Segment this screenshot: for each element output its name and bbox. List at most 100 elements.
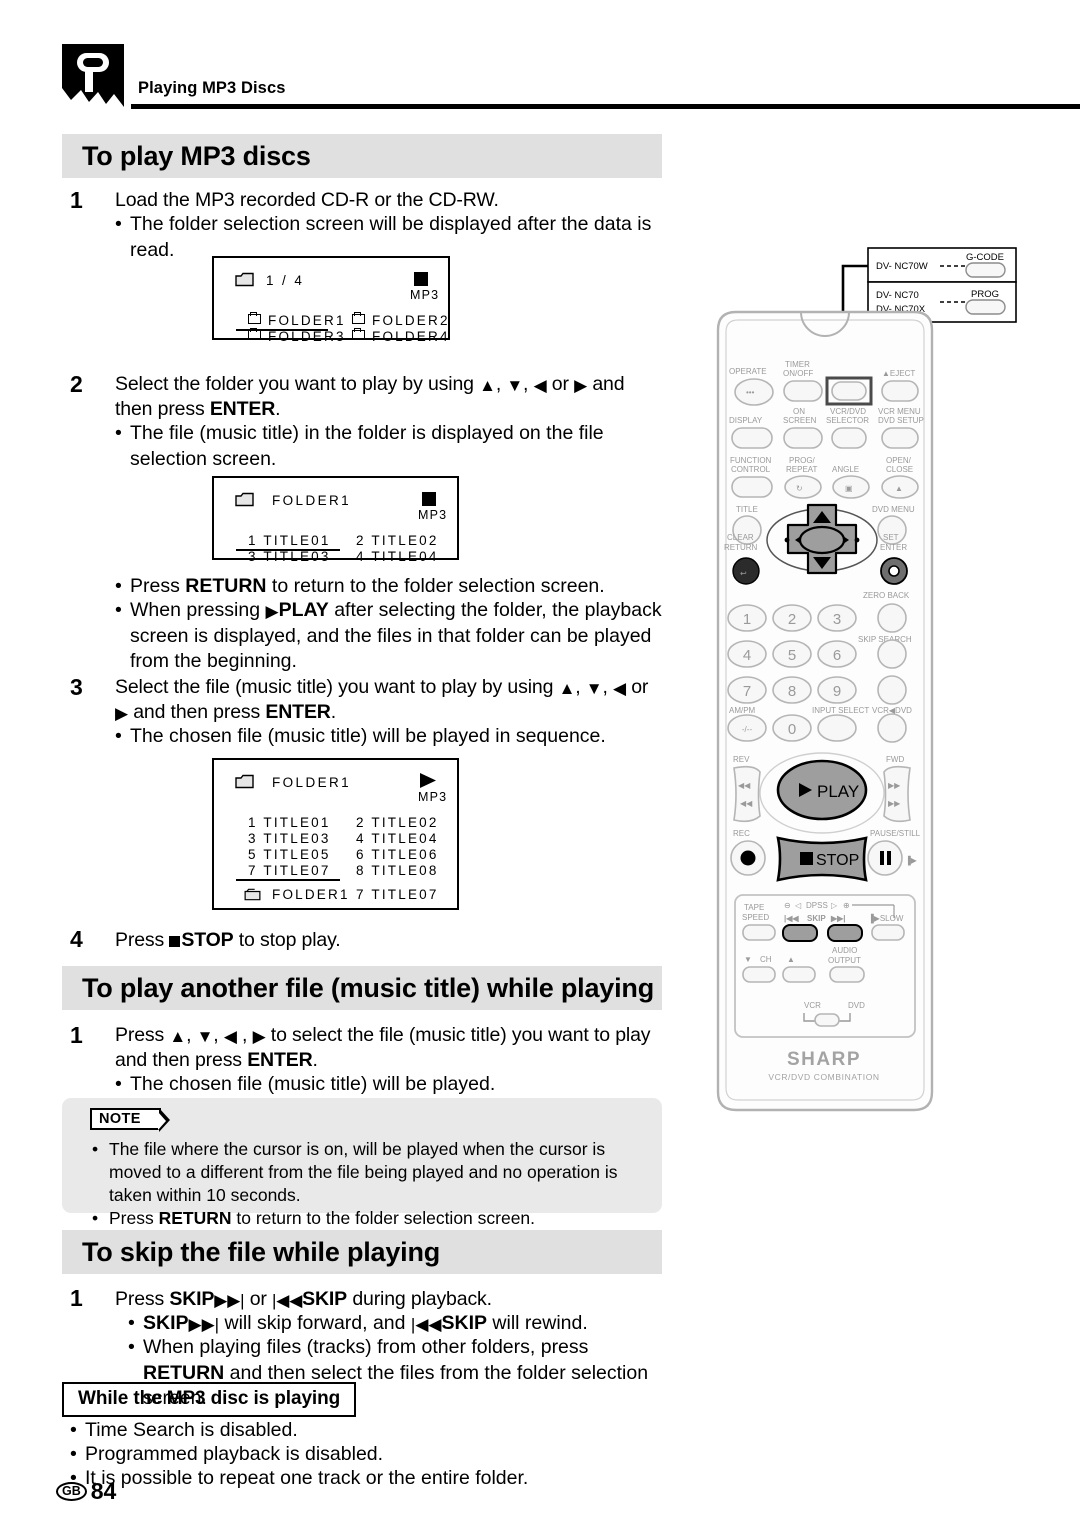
dpss-label: DPSS <box>806 901 828 910</box>
set-label: SET <box>883 533 899 542</box>
key-6-label: 6 <box>833 647 841 664</box>
while-playing-item-1-text: Time Search is disabled. <box>85 1419 298 1441</box>
skip-key-label: SKIP <box>143 1312 189 1334</box>
return-key-label: RETURN <box>185 575 267 597</box>
on-screen-label-1: ON <box>793 407 805 416</box>
stop-key-label: STOP <box>181 929 234 951</box>
rev-label: REV <box>733 755 750 764</box>
part2-line2-a: and then press <box>115 1049 248 1071</box>
step-4-c: to stop play. <box>233 929 341 951</box>
osd3-row-1-col-1: 4 TITLE04 <box>356 831 439 846</box>
dpss-left-icon: ◁ <box>795 901 802 910</box>
folder-icon <box>244 888 261 901</box>
repeat-icon: ↻ <box>796 484 803 493</box>
part2-bullet-1-text: The chosen file (music title) will be pl… <box>130 1073 496 1095</box>
bullet-dot-icon: • <box>115 725 122 747</box>
blank-button-1 <box>877 675 907 705</box>
step-3-text: Select the file (music title) you want t… <box>115 675 680 701</box>
bullet-dot-icon: • <box>128 1312 135 1334</box>
part2-step-number-1: 1 <box>70 1022 83 1048</box>
angle-label: ANGLE <box>832 465 859 474</box>
note-item-1-text: The file where the cursor is on, will be… <box>109 1139 618 1205</box>
return-arrow-icon: ↩ <box>740 569 747 578</box>
display-button <box>731 427 773 449</box>
manual-page: Playing MP3 Discs To play MP3 discs 1 Lo… <box>0 0 1080 1526</box>
brand-label: SHARP <box>787 1049 861 1070</box>
bullet-dot-icon: • <box>92 1139 99 1159</box>
folder-item-icon <box>352 311 365 324</box>
part3-a: Press <box>115 1288 170 1310</box>
remote-transport-cluster: REV FWD ◀◀ ◀◀ ▶▶ ▶▶ PLAY REC PAUSE/STILL… <box>730 752 921 882</box>
operate-label: OPERATE <box>729 367 767 376</box>
skip-back-icon: |◀◀ <box>272 1291 303 1310</box>
step-2-bullet-1-text: The file (music title) in the folder is … <box>130 422 604 470</box>
osd3-row-1-col-0: 3 TITLE03 <box>248 831 331 846</box>
osd2-row-1-col-0: 3 TITLE03 <box>248 549 331 564</box>
return-label: RETURN <box>724 543 758 552</box>
prog-repeat-label-2: REPEAT <box>786 465 818 474</box>
vcr-dvd-label-2: SELECTOR <box>826 416 869 425</box>
left-triangle-icon: ◀ <box>223 1027 237 1046</box>
osd3-row-2-col-0: 5 TITLE05 <box>248 847 331 862</box>
timer-label-2: ON/OFF <box>783 369 813 378</box>
osd2-row-1-col-1: 4 TITLE04 <box>356 549 439 564</box>
step-number-3: 3 <box>70 674 83 700</box>
timer-label-1: TIMER <box>785 360 810 369</box>
play-triangle-icon: ▶ <box>265 602 279 621</box>
input-select-label: INPUT SELECT <box>812 706 869 715</box>
part2-e: to select the file (music title) you wan… <box>265 1024 651 1046</box>
clear-label: CLEAR <box>727 533 754 542</box>
part2-sep-1: , <box>186 1024 197 1046</box>
play-key-label: PLAY <box>278 599 329 621</box>
callout-gcode-label: G-CODE <box>966 252 1004 263</box>
up-triangle-icon: ▲ <box>169 1027 187 1046</box>
vcr-menu-label-1: VCR MENU <box>878 407 921 416</box>
osd3-row-0-col-0: 1 TITLE01 <box>248 815 331 830</box>
while-playing-item-3-text: It is possible to repeat one track or th… <box>85 1467 529 1489</box>
osd3-row-2-col-1: 6 TITLE06 <box>356 847 439 862</box>
page-header: Playing MP3 Discs <box>62 44 1080 109</box>
note-item-1: • The file where the cursor is on, will … <box>92 1138 652 1207</box>
while-playing-item-2-text: Programmed playback is disabled. <box>85 1443 384 1465</box>
step-number-4: 4 <box>70 926 83 952</box>
stop-label: STOP <box>816 852 859 869</box>
ch-down-icon: ▼ <box>744 955 752 964</box>
osd-folder-selection-screen: 1 / 4 MP3 FOLDER1 FOLDER2 FOLDER3 FOLDER… <box>212 256 450 344</box>
callout-model-2: DV- NC70 <box>876 290 919 301</box>
key-7-label: 7 <box>743 683 751 700</box>
osd-file-selection-screen: FOLDER1 MP3 1 TITLE01 2 TITLE02 3 TITLE0… <box>212 476 459 564</box>
zero-back-button <box>877 603 907 633</box>
vcr-menu-label-2: DVD SETUP <box>878 416 924 425</box>
camera-icon: ▣ <box>845 484 853 493</box>
osd2-title: FOLDER1 <box>272 493 352 508</box>
audio-output-button <box>829 966 865 983</box>
step-3-text-d: or <box>625 676 649 698</box>
key-9-label: 9 <box>833 683 841 700</box>
osd1-row-1-col-1: FOLDER4 <box>352 327 450 344</box>
still-advance-icon: ▐▶ <box>905 855 918 866</box>
osd1-title: 1 / 4 <box>266 273 305 288</box>
folder-item-icon <box>248 327 261 340</box>
mp3-disc-tab-icon <box>62 44 124 107</box>
part2-line2-c: . <box>312 1049 318 1071</box>
on-screen-label-2: SCREEN <box>783 416 817 425</box>
open-close-label-1: OPEN/ <box>886 456 912 465</box>
part3-step-1-text: Press SKIP▶▶| or |◀◀SKIP during playback… <box>115 1287 492 1313</box>
section-heading-label: To skip the file while playing <box>82 1236 441 1267</box>
step-3-bullet-1-text: The chosen file (music title) will be pl… <box>130 725 606 747</box>
skip-forward-icon: ▶▶| <box>214 1291 245 1310</box>
function-label-2: CONTROL <box>731 465 771 474</box>
note-badge: NOTE <box>90 1108 170 1132</box>
callout-prog-label: PROG <box>971 289 999 300</box>
tape-speed-button <box>742 924 776 941</box>
section-heading-skip-file: To skip the file while playing <box>62 1230 662 1274</box>
note-item-2-c: to return to the folder selection screen… <box>231 1208 536 1228</box>
enter-label: ENTER <box>880 543 907 552</box>
step-4-text: Press STOP to stop play. <box>115 928 341 954</box>
skip-back-icon: |◀◀ <box>784 914 799 923</box>
osd3-row-0-col-1: 2 TITLE02 <box>356 815 439 830</box>
pause-still-button <box>867 840 903 876</box>
step-2-sep-3: or <box>546 373 575 395</box>
open-close-label-2: CLOSE <box>886 465 913 474</box>
bullet-dot-icon: • <box>70 1419 77 1441</box>
